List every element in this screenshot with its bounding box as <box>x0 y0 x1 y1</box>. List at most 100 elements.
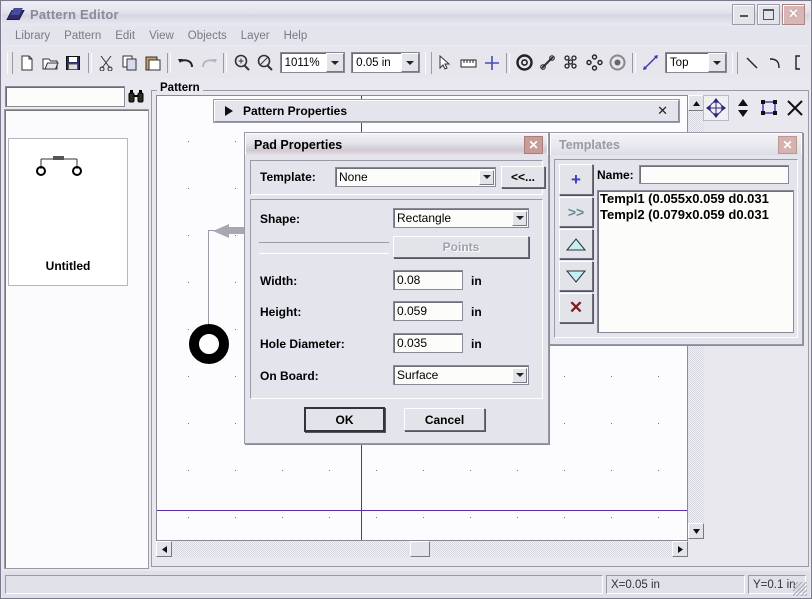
shape-combo-value: Rectangle <box>397 211 452 225</box>
object-tool-buttons <box>703 93 807 123</box>
pattern-group-label: Pattern <box>157 82 203 94</box>
template-move-up-button[interactable] <box>559 229 593 259</box>
search-input[interactable] <box>5 85 125 107</box>
menu-layer[interactable]: Layer <box>234 29 277 43</box>
chevron-down-icon[interactable] <box>479 169 494 185</box>
pattern-list[interactable]: Untitled <box>4 109 149 569</box>
pad-tool-icon[interactable] <box>514 51 535 74</box>
scroll-up-button[interactable] <box>688 95 704 111</box>
hole-diameter-field-label: Hole Diameter: <box>260 337 345 351</box>
bracket-tool-icon[interactable] <box>788 51 809 74</box>
toolbar-gripper[interactable] <box>7 51 14 74</box>
pad-array-icon[interactable] <box>560 51 581 74</box>
template-apply-button[interactable]: >> <box>559 197 593 227</box>
templates-title-bar[interactable]: Templates ✕ <box>550 133 802 155</box>
template-name-label: Name: <box>597 167 634 182</box>
paste-icon[interactable] <box>142 51 163 74</box>
height-input[interactable]: 0.059 <box>393 301 463 321</box>
menu-view[interactable]: View <box>142 29 181 43</box>
width-unit: in <box>471 274 482 288</box>
annular-pad-icon[interactable] <box>607 51 628 74</box>
pattern-properties-close-icon[interactable]: ✕ <box>657 103 668 119</box>
close-button[interactable]: ✕ <box>782 3 805 25</box>
layer-value: Top <box>669 56 689 69</box>
select-arrow-icon[interactable] <box>435 51 456 74</box>
width-input[interactable]: 0.08 <box>393 270 463 290</box>
pad-object[interactable] <box>189 324 229 364</box>
trace-tool-icon[interactable] <box>537 51 558 74</box>
open-folder-icon[interactable] <box>40 51 61 74</box>
move-icon[interactable] <box>703 95 729 121</box>
zoom-in-icon[interactable] <box>231 51 252 74</box>
template-name-input[interactable] <box>638 165 789 184</box>
zoom-level-combo[interactable]: 1011% <box>279 52 346 73</box>
chevron-down-icon[interactable] <box>326 53 345 72</box>
crosshair-icon[interactable] <box>481 51 502 74</box>
grid-size-combo[interactable]: 0.05 in <box>351 52 421 73</box>
template-move-down-button[interactable] <box>559 261 593 291</box>
template-combo[interactable]: None <box>335 167 496 187</box>
on-board-combo[interactable]: Surface <box>393 365 529 385</box>
pattern-preview[interactable]: Untitled <box>8 138 128 286</box>
hscroll-thumb[interactable] <box>410 541 430 557</box>
pad-dialog-close-button[interactable]: ✕ <box>524 135 543 154</box>
cut-scissors-icon[interactable] <box>96 51 117 74</box>
cancel-button[interactable]: Cancel <box>404 408 485 431</box>
templates-close-button[interactable]: ✕ <box>778 135 797 154</box>
new-file-icon[interactable] <box>16 51 37 74</box>
pad-properties-dialog: Pad Properties ✕ Template: None <<... Sh… <box>244 132 549 444</box>
measure-icon[interactable] <box>458 51 479 74</box>
chevron-down-icon[interactable] <box>512 210 527 226</box>
minimize-button[interactable] <box>732 3 755 25</box>
menu-objects[interactable]: Objects <box>181 29 234 43</box>
delete-x-icon[interactable] <box>783 96 807 120</box>
layer-combo[interactable]: Top <box>664 52 727 73</box>
scroll-right-button[interactable] <box>672 541 688 557</box>
via-array-icon[interactable] <box>584 51 605 74</box>
redo-icon[interactable] <box>198 51 219 74</box>
menu-help[interactable]: Help <box>277 29 315 43</box>
scroll-left-button[interactable] <box>156 541 172 557</box>
menu-library[interactable]: Library <box>8 29 57 43</box>
pad-dialog-title: Pad Properties <box>254 137 343 152</box>
menu-pattern[interactable]: Pattern <box>57 29 108 43</box>
undo-icon[interactable] <box>175 51 196 74</box>
list-item[interactable]: Templ1 (0.055x0.059 d0.031 <box>598 191 793 207</box>
zoom-level-value: 1011% <box>284 56 320 69</box>
height-field-label: Height: <box>260 305 302 319</box>
hscroll-track[interactable] <box>172 541 672 557</box>
binoculars-icon[interactable] <box>126 86 146 106</box>
template-delete-button[interactable]: ✕ <box>559 293 593 323</box>
maximize-button[interactable] <box>757 3 780 25</box>
list-item[interactable]: Templ2 (0.079x0.059 d0.031 <box>598 207 793 223</box>
menu-edit[interactable]: Edit <box>108 29 142 43</box>
order-updown-icon[interactable] <box>731 96 755 120</box>
canvas-hscrollbar[interactable] <box>156 541 688 557</box>
templates-list[interactable]: Templ1 (0.055x0.059 d0.031 Templ2 (0.079… <box>597 190 794 333</box>
ok-button[interactable]: OK <box>304 407 385 432</box>
template-browse-button[interactable]: <<... <box>501 166 545 188</box>
select-box-icon[interactable] <box>757 96 781 120</box>
save-disk-icon[interactable] <box>63 51 84 74</box>
shape-combo[interactable]: Rectangle <box>393 208 529 228</box>
zoom-out-icon[interactable] <box>254 51 275 74</box>
template-add-button[interactable]: + <box>559 164 593 195</box>
line-tool-icon[interactable] <box>741 51 762 74</box>
copy-icon[interactable] <box>119 51 140 74</box>
points-button[interactable]: Points <box>393 236 529 258</box>
chevron-down-icon[interactable] <box>707 53 726 72</box>
pattern-properties-bar[interactable]: Pattern Properties ✕ <box>214 100 679 122</box>
dimension-icon[interactable] <box>640 51 661 74</box>
height-unit: in <box>471 305 482 319</box>
resize-grip[interactable] <box>793 582 807 596</box>
pad-dialog-title-bar[interactable]: Pad Properties ✕ <box>245 133 548 155</box>
chevron-down-icon[interactable] <box>512 367 527 383</box>
scroll-down-button[interactable] <box>688 523 704 539</box>
title-bar: Pattern Editor ✕ <box>2 2 810 26</box>
hole-diameter-input[interactable]: 0.035 <box>393 333 463 353</box>
arc-tool-icon[interactable] <box>765 51 786 74</box>
status-message <box>5 575 603 594</box>
expand-triangle-icon[interactable] <box>225 106 233 116</box>
chevron-down-icon[interactable] <box>401 53 420 72</box>
templates-title: Templates <box>559 137 620 152</box>
